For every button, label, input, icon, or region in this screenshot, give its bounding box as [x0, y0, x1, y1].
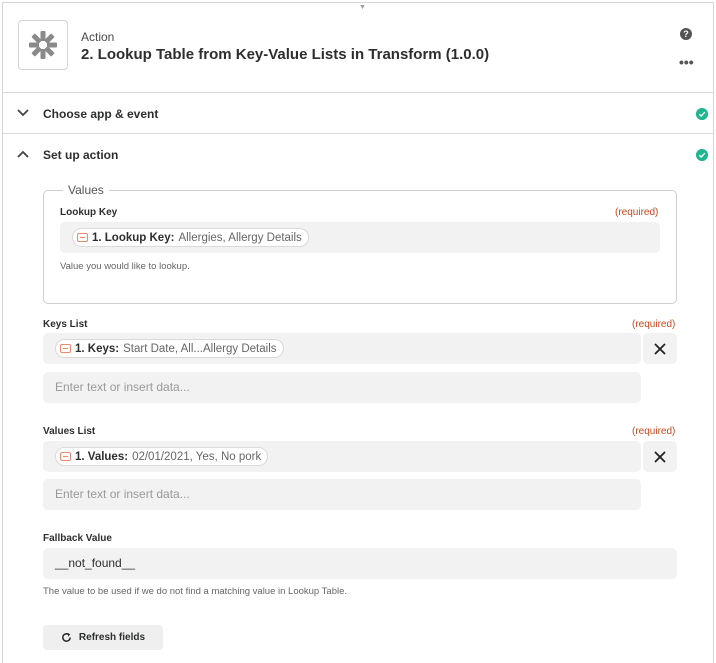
section-label: Choose app & event	[43, 107, 159, 121]
remove-keys-item-button[interactable]	[643, 333, 677, 364]
fallback-value-label: Fallback Value	[43, 533, 112, 544]
values-list-item-input[interactable]: 1. Values: 02/01/2021, Yes, No pork	[43, 441, 641, 472]
placeholder-text: Enter text or insert data...	[55, 487, 190, 501]
transform-pill-icon	[77, 233, 88, 242]
values-legend: Values	[63, 183, 109, 197]
values-list-label: Values List	[43, 426, 96, 437]
keys-list-label: Keys List	[43, 319, 88, 330]
step-title[interactable]: 2. Lookup Table from Key-Value Lists in …	[81, 46, 489, 63]
data-pill-lookup-key[interactable]: 1. Lookup Key: Allergies, Allergy Detail…	[72, 228, 309, 247]
more-options-icon[interactable]: •••	[679, 55, 694, 69]
chevron-up-icon	[17, 150, 29, 158]
lookup-key-input[interactable]: 1. Lookup Key: Allergies, Allergy Detail…	[60, 222, 660, 253]
chevron-down-icon	[17, 109, 29, 117]
close-icon	[654, 342, 666, 355]
transform-asterisk-icon	[18, 20, 68, 70]
check-complete-icon	[696, 149, 708, 161]
pill-key: 1. Values:	[75, 450, 129, 463]
check-complete-icon	[696, 108, 708, 120]
transform-pill-icon	[60, 344, 71, 353]
required-badge: (required)	[632, 426, 676, 437]
step-type-label: Action	[81, 30, 115, 44]
editor-panel: ▼ Action 2. Lookup Table from Key-Value …	[2, 2, 714, 663]
keys-list-item-input[interactable]: 1. Keys: Start Date, All...Allergy Detai…	[43, 333, 641, 364]
close-icon	[654, 450, 666, 463]
refresh-label: Refresh fields	[78, 632, 146, 643]
step-header: Action 2. Lookup Table from Key-Value Li…	[3, 3, 713, 93]
fallback-value-text: __not_found__	[55, 556, 136, 570]
section-set-up-action[interactable]: Set up action	[3, 135, 713, 175]
required-badge: (required)	[615, 207, 659, 218]
lookup-key-label: Lookup Key	[60, 207, 118, 218]
refresh-icon	[62, 632, 71, 642]
data-pill-keys[interactable]: 1. Keys: Start Date, All...Allergy Detai…	[55, 339, 284, 358]
data-pill-values[interactable]: 1. Values: 02/01/2021, Yes, No pork	[55, 447, 269, 466]
values-list-new-input[interactable]: Enter text or insert data...	[43, 479, 641, 510]
pill-value: 02/01/2021, Yes, No pork	[132, 450, 262, 463]
required-badge: (required)	[632, 319, 676, 330]
section-label: Set up action	[43, 148, 119, 162]
pill-value: Start Date, All...Allergy Details	[123, 342, 277, 355]
pill-key: 1. Keys:	[75, 342, 120, 355]
pill-value: Allergies, Allergy Details	[178, 231, 302, 244]
lookup-key-help: Value you would like to lookup.	[60, 261, 190, 272]
placeholder-text: Enter text or insert data...	[55, 380, 190, 394]
pill-key: 1. Lookup Key:	[92, 231, 175, 244]
fallback-help: The value to be used if we do not find a…	[43, 586, 348, 597]
section-choose-app-event[interactable]: Choose app & event	[3, 94, 713, 134]
remove-values-item-button[interactable]	[643, 441, 677, 472]
refresh-fields-button[interactable]: Refresh fields	[43, 625, 163, 650]
help-icon[interactable]: ?	[680, 28, 692, 40]
keys-list-new-input[interactable]: Enter text or insert data...	[43, 372, 641, 403]
fallback-value-input[interactable]: __not_found__	[43, 548, 677, 579]
transform-pill-icon	[60, 452, 71, 461]
